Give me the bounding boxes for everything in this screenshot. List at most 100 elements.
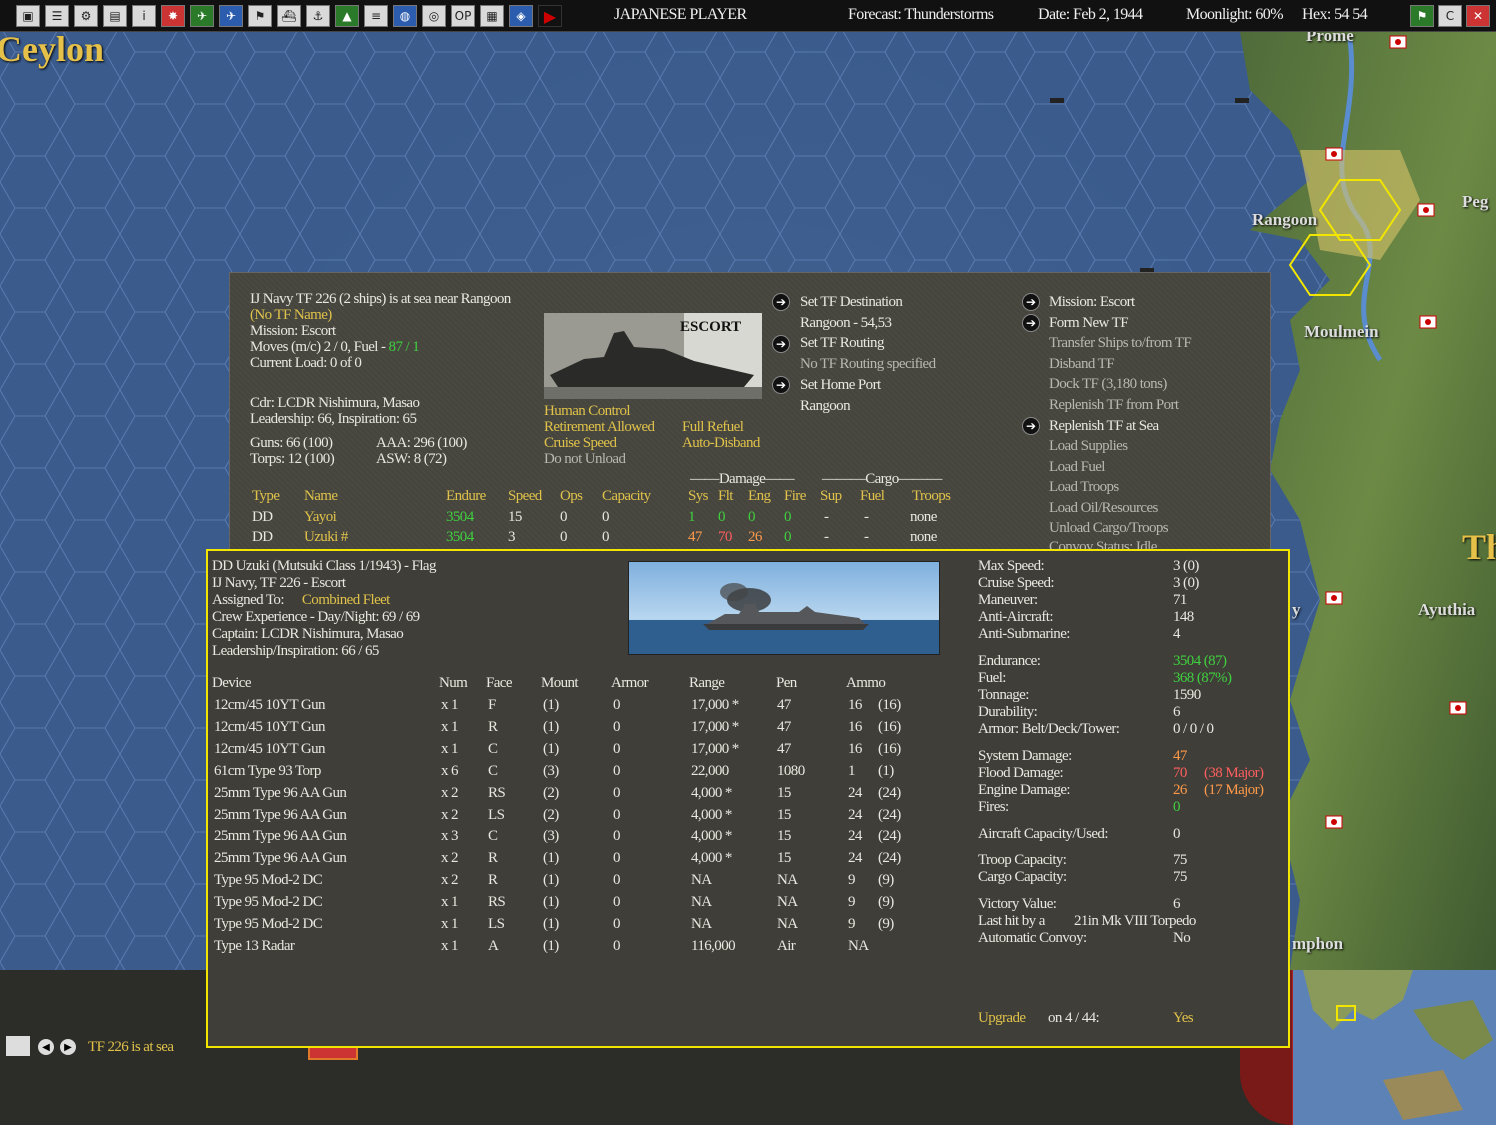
arrow-right-icon[interactable]: ➔ [772, 376, 790, 394]
cell-troops: none [910, 509, 937, 525]
device-col-mount[interactable]: Mount [541, 675, 579, 692]
col-troops[interactable]: Troops [912, 488, 951, 505]
stat-automatic-convoy[interactable]: No [1173, 930, 1191, 947]
option-full-refuel[interactable]: Full Refuel [682, 419, 744, 436]
menu-dock-tf[interactable]: Dock TF (3,180 tons) [1049, 376, 1167, 393]
next-arrow-icon[interactable]: ▶ [60, 1039, 76, 1055]
cell-name[interactable]: Uzuki # [304, 529, 348, 546]
col-flt[interactable]: Flt [718, 488, 733, 505]
col-type[interactable]: Type [252, 488, 280, 505]
menu-load-supplies[interactable]: Load Supplies [1049, 438, 1128, 455]
menu-mission[interactable]: Mission: Escort [1049, 294, 1135, 311]
device-col-armor[interactable]: Armor [611, 675, 649, 692]
menu-load-troops[interactable]: Load Troops [1049, 479, 1119, 496]
stat-fires: 0 [1173, 799, 1180, 815]
menu-replenish-sea[interactable]: Replenish TF at Sea [1049, 418, 1159, 435]
col-fuel[interactable]: Fuel [860, 488, 885, 505]
device-cell-f: LS [488, 806, 505, 823]
col-name[interactable]: Name [304, 488, 338, 505]
air-icon[interactable]: ✈ [219, 5, 243, 27]
device-cell-p: 15 [777, 828, 791, 845]
arrow-right-icon[interactable]: ➔ [1022, 417, 1040, 435]
flag-icon[interactable]: ✸ [161, 5, 185, 27]
ship-captain[interactable]: Captain: LCDR Nishimura, Masao [212, 626, 404, 643]
list-icon[interactable]: ☰ [45, 5, 69, 27]
option-cruise-speed[interactable]: Cruise Speed [544, 435, 617, 452]
arrow-right-icon[interactable]: ➔ [1022, 293, 1040, 311]
col-eng[interactable]: Eng [748, 488, 771, 505]
menu-set-destination[interactable]: Set TF Destination [800, 294, 903, 311]
arrow-right-icon[interactable]: ➔ [1022, 314, 1040, 332]
menu-replenish-port[interactable]: Replenish TF from Port [1049, 397, 1179, 414]
plane-icon[interactable]: ✈ [190, 5, 214, 27]
col-sup[interactable]: Sup [820, 488, 842, 505]
col-endure[interactable]: Endure [446, 488, 486, 505]
device-col-num[interactable]: Num [439, 675, 468, 692]
arrow-right-icon[interactable]: ➔ [772, 335, 790, 353]
menu-unload-cargo[interactable]: Unload Cargo/Troops [1049, 520, 1169, 537]
mini-map[interactable] [1290, 970, 1496, 1125]
flag-toggle-icon[interactable]: ⚑ [1410, 5, 1434, 27]
task-icon[interactable]: ⚑ [248, 5, 272, 27]
device-cell-p: NA [777, 894, 798, 911]
stat-cargo-capacity: 75 [1173, 869, 1187, 885]
menu-disband-tf[interactable]: Disband TF [1049, 356, 1115, 373]
tf-commander[interactable]: Cdr: LCDR Nishimura, Masao [250, 395, 420, 412]
device-cell-d: Type 95 Mod-2 DC [214, 872, 323, 889]
col-speed[interactable]: Speed [508, 488, 542, 505]
option-human-control[interactable]: Human Control [544, 403, 631, 420]
info-icon[interactable]: i [132, 5, 156, 27]
device-col-pen[interactable]: Pen [776, 675, 797, 692]
device-col-face[interactable]: Face [486, 675, 513, 692]
option-auto-disband[interactable]: Auto-Disband [682, 435, 760, 452]
device-cell-r: 4,000 * [691, 806, 732, 823]
menu-set-home-port[interactable]: Set Home Port [800, 377, 881, 394]
group-icon[interactable]: ⚙ [74, 5, 98, 27]
device-cell-d: 12cm/45 10YT Gun [214, 740, 326, 757]
menu-load-fuel[interactable]: Load Fuel [1049, 459, 1105, 476]
assigned-command-link[interactable]: Combined Fleet [302, 592, 390, 608]
device-cell-p: 15 [777, 806, 791, 823]
stat-label: Automatic Convoy: [978, 930, 1087, 946]
option-unload[interactable]: Do not Unload [544, 451, 626, 468]
device-cell-am: 24 [848, 850, 862, 867]
menu-icon[interactable]: ▦ [480, 5, 504, 27]
device-col-ammo[interactable]: Ammo [846, 675, 886, 692]
menu-set-routing[interactable]: Set TF Routing [800, 335, 884, 352]
globe-icon[interactable]: ◍ [393, 5, 417, 27]
menu-form-new-tf[interactable]: Form New TF [1049, 315, 1129, 332]
tf-icon[interactable]: ≡ [364, 5, 388, 27]
device-cell-a: 0 [613, 828, 620, 845]
tf-name[interactable]: (No TF Name) [250, 307, 332, 324]
col-sys[interactable]: Sys [688, 488, 708, 505]
intel-icon[interactable]: ◎ [422, 5, 446, 27]
center-icon[interactable]: C [1438, 5, 1462, 27]
map-icon[interactable]: ◈ [509, 5, 533, 27]
cell-name[interactable]: Yayoi [304, 509, 337, 526]
ship-icon[interactable]: ⛴ [277, 5, 301, 27]
upgrade-date: on 4 / 44: [1048, 1010, 1100, 1026]
device-col-range[interactable]: Range [689, 675, 725, 692]
arrow-right-icon[interactable]: ➔ [772, 293, 790, 311]
close-icon[interactable]: ✕ [1466, 5, 1490, 27]
menu-load-oil[interactable]: Load Oil/Resources [1049, 500, 1158, 517]
base-icon[interactable]: ▲ [335, 5, 359, 27]
save-icon[interactable]: ▣ [16, 5, 40, 27]
col-fire[interactable]: Fire [784, 488, 806, 505]
col-ops[interactable]: Ops [560, 488, 583, 505]
prev-arrow-icon[interactable]: ◀ [38, 1039, 54, 1055]
col-capacity[interactable]: Capacity [602, 488, 651, 505]
ship-icon[interactable] [6, 1036, 30, 1056]
cell-speed: 15 [508, 509, 522, 525]
device-col-device[interactable]: Device [212, 675, 251, 692]
play-turn-icon[interactable]: ▶ [538, 5, 562, 27]
report-icon[interactable]: ▤ [103, 5, 127, 27]
option-retirement[interactable]: Retirement Allowed [544, 419, 655, 436]
ops-icon[interactable]: OP [451, 5, 475, 27]
device-cell-r: 17,000 * [691, 718, 739, 735]
upgrade-value[interactable]: Yes [1173, 1010, 1194, 1027]
stat-aircraft-capacity: 0 [1173, 826, 1180, 842]
upgrade-label[interactable]: Upgrade [978, 1010, 1026, 1027]
menu-transfer-ships[interactable]: Transfer Ships to/from TF [1049, 335, 1192, 352]
port-icon[interactable]: ⚓ [306, 5, 330, 27]
